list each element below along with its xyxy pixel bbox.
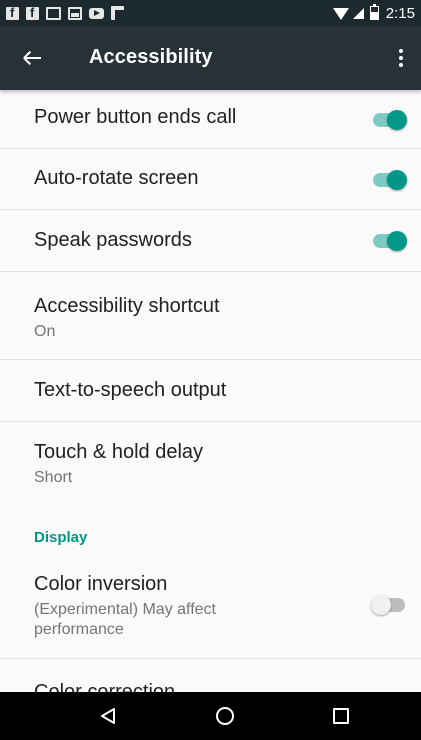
setting-title: Power button ends call [34, 106, 237, 128]
nav-recents-icon [333, 708, 349, 724]
setting-summary: Short [34, 469, 73, 486]
navigation-bar [0, 692, 421, 740]
switch-thumb [387, 170, 407, 190]
setting-summary: On [34, 323, 56, 340]
facebook-icon [6, 5, 19, 20]
gallery-icon [68, 6, 82, 20]
switch-thumb [387, 231, 407, 251]
nav-recents-button[interactable] [301, 692, 381, 740]
setting-speak-passwords[interactable]: Speak passwords [0, 210, 421, 272]
setting-title: Accessibility shortcut [34, 295, 220, 317]
setting-title: Speak passwords [34, 229, 192, 251]
status-time: 2:15 [385, 4, 415, 22]
setting-color-correction[interactable]: Color correction [0, 659, 421, 692]
setting-auto-rotate-screen[interactable]: Auto-rotate screen [0, 149, 421, 210]
wifi-icon [332, 8, 349, 20]
setting-touch-hold-delay[interactable]: Touch & hold delay Short [0, 422, 421, 508]
switch-thumb [371, 595, 391, 615]
screen: 2:15 Accessibility Power button ends cal… [0, 0, 421, 740]
nav-back-icon [101, 708, 115, 724]
setting-power-button-ends-call[interactable]: Power button ends call [0, 90, 421, 149]
back-button[interactable] [8, 34, 56, 82]
youtube-icon [89, 7, 104, 19]
section-header-display: Display [34, 529, 88, 546]
setting-title: Text-to-speech output [34, 379, 227, 401]
notification-icons [6, 5, 124, 21]
switch-thumb [387, 110, 407, 130]
more-options-button[interactable] [385, 34, 417, 82]
settings-list[interactable]: Power button ends call Auto-rotate scree… [0, 90, 421, 692]
flipboard-icon [111, 6, 124, 20]
setting-text-to-speech-output[interactable]: Text-to-speech output [0, 360, 421, 422]
cell-signal-icon [352, 8, 364, 19]
more-vert-icon [399, 49, 403, 53]
arrow-back-icon [23, 57, 41, 59]
power-button-switch[interactable] [373, 110, 407, 130]
setting-title: Color correction [34, 681, 176, 692]
color-inversion-switch[interactable] [371, 595, 405, 615]
nav-home-button[interactable] [185, 692, 265, 740]
system-icons: 2:15 [332, 4, 415, 22]
nav-back-button[interactable] [68, 692, 148, 740]
setting-color-inversion[interactable]: Color inversion (Experimental) May affec… [0, 558, 421, 659]
status-bar: 2:15 [0, 0, 421, 26]
setting-title: Color inversion [34, 573, 168, 595]
nav-home-icon [216, 707, 234, 725]
battery-icon [369, 4, 379, 20]
setting-title: Touch & hold delay [34, 441, 204, 463]
app-bar: Accessibility [0, 26, 421, 90]
facebook-icon [26, 5, 39, 20]
speak-passwords-switch[interactable] [373, 231, 407, 251]
setting-title: Auto-rotate screen [34, 167, 199, 189]
page-title: Accessibility [89, 46, 213, 68]
auto-rotate-switch[interactable] [373, 170, 407, 190]
setting-accessibility-shortcut[interactable]: Accessibility shortcut On [0, 272, 421, 360]
setting-summary: (Experimental) May affect performance [34, 601, 216, 638]
gmail-icon [46, 6, 61, 20]
